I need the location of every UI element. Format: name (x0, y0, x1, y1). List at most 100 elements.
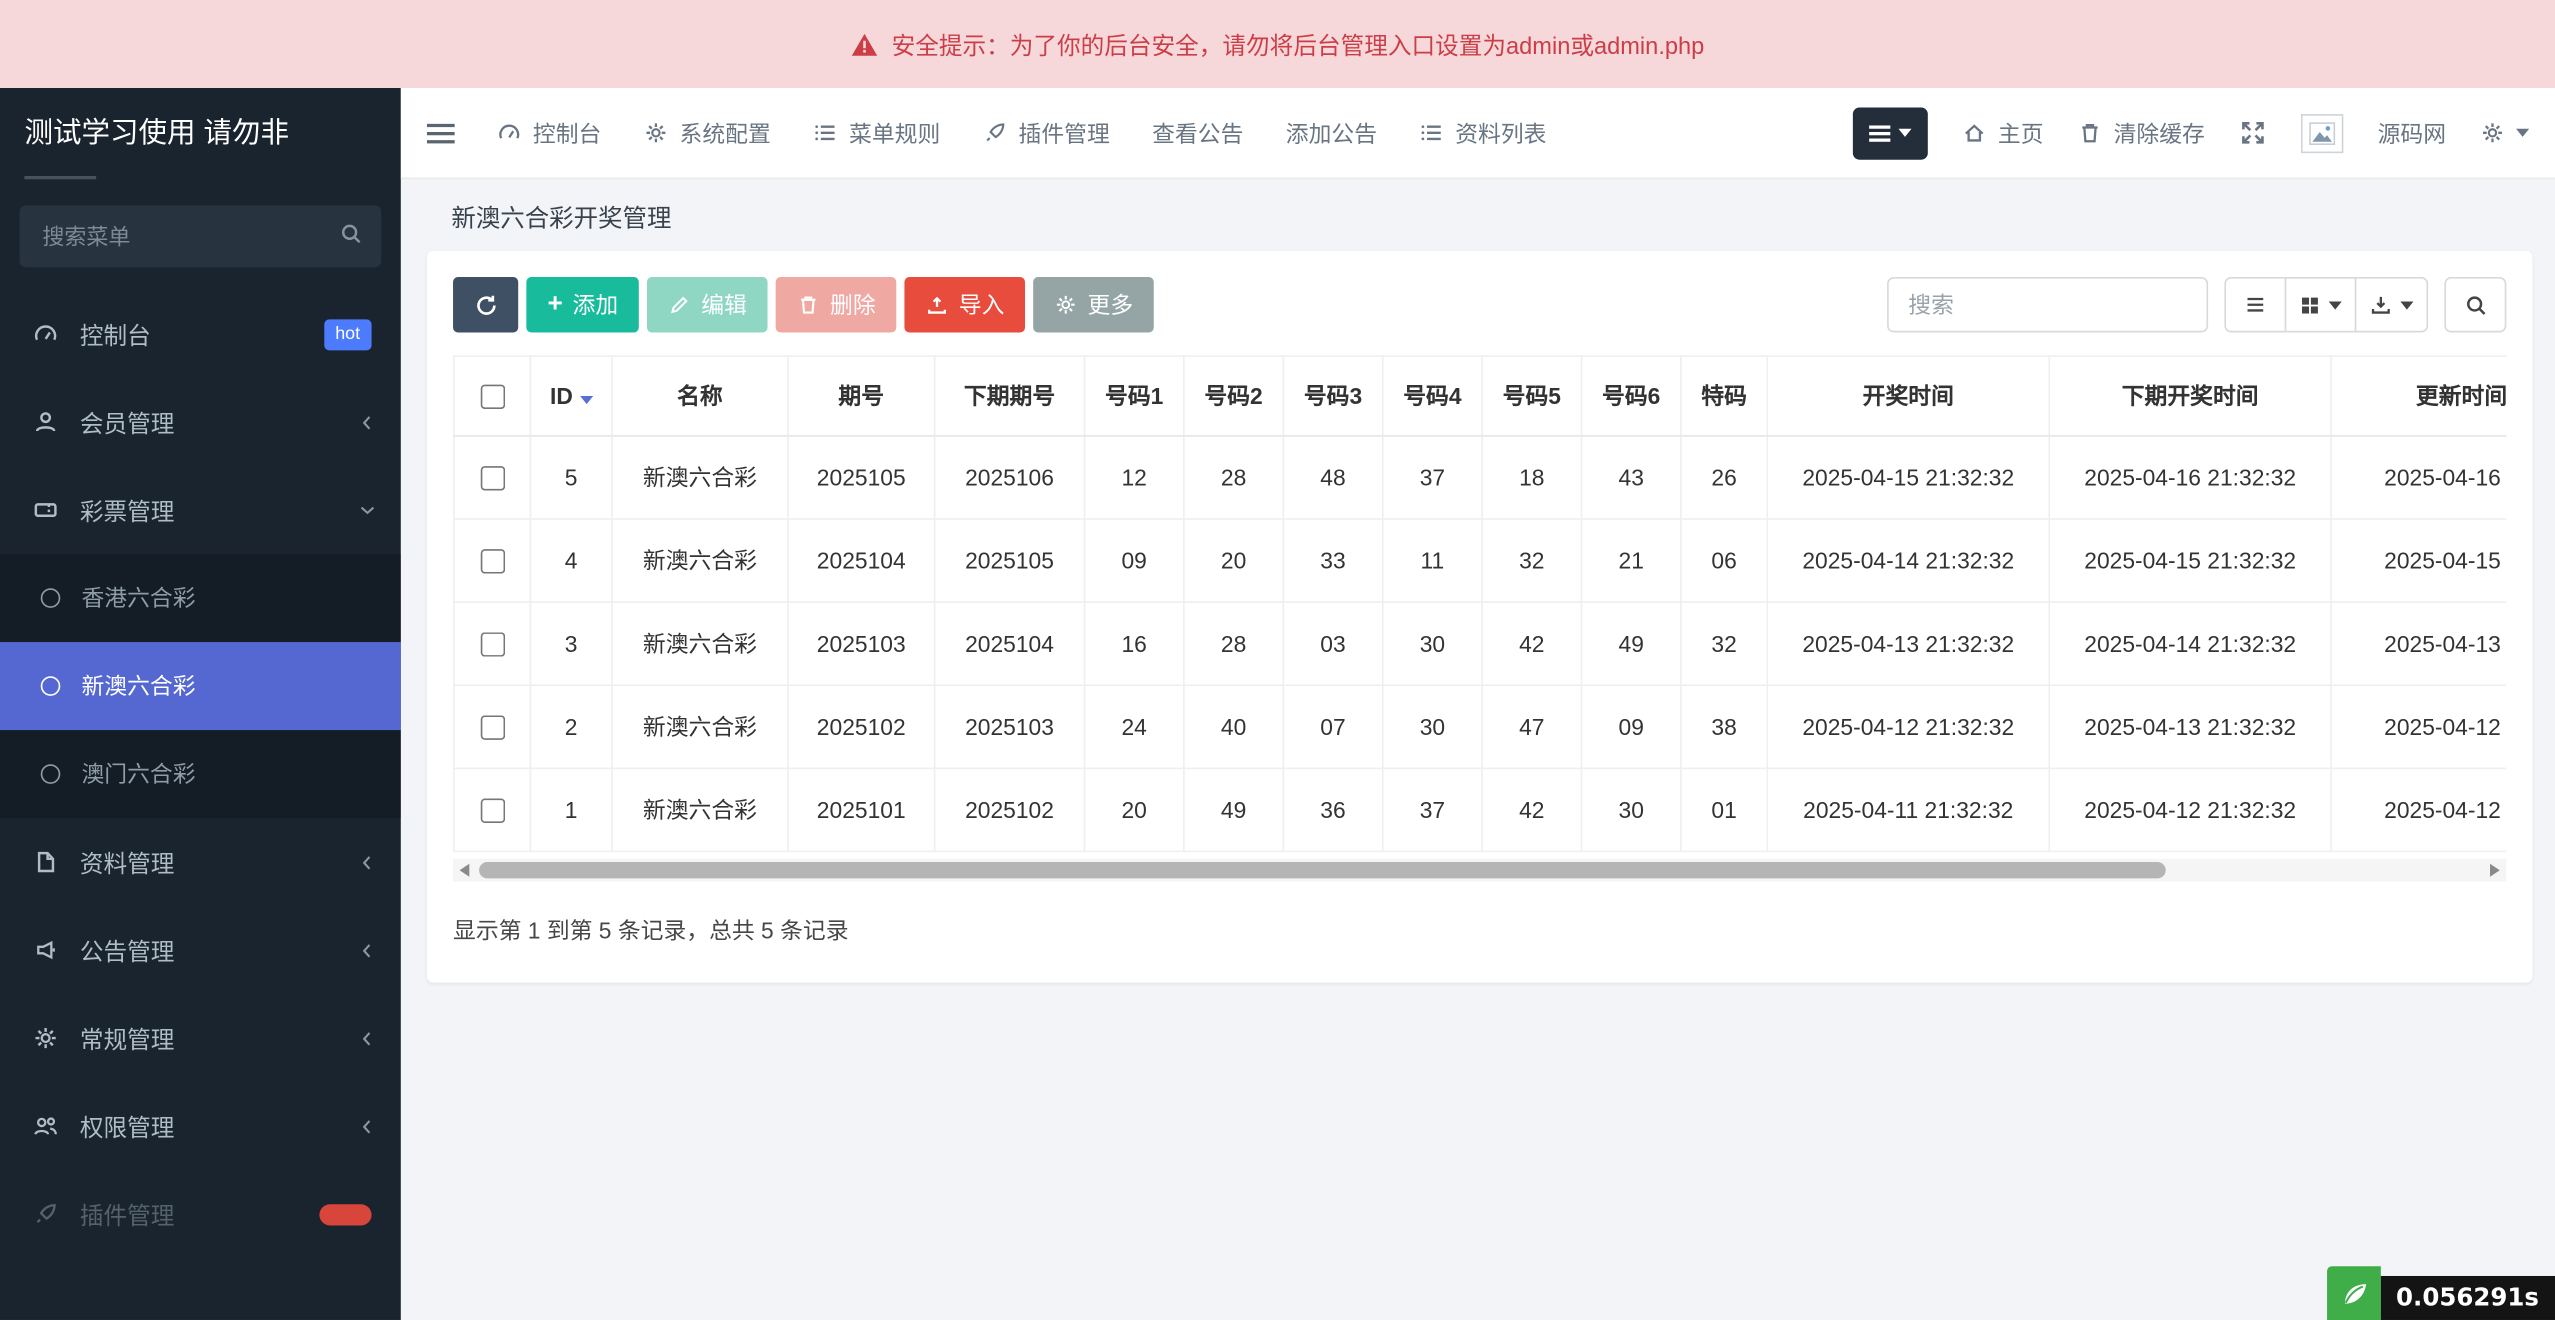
sidebar-item-label: 常规管理 (80, 1021, 357, 1055)
tab-menu-rules[interactable]: 菜单规则 (813, 117, 940, 150)
data-table: ID 名称 期号 下期期号 号码1 号码2 号码3 号码4 号码5 号码6 特码 (453, 355, 2506, 852)
cell-num1: 12 (1084, 436, 1183, 519)
sidebar-item-label: 彩票管理 (80, 493, 357, 527)
sidebar-item-macau-lottery[interactable]: 澳门六合彩 (0, 730, 401, 818)
cell-num5: 18 (1482, 436, 1581, 519)
sidebar-item-label: 澳门六合彩 (81, 758, 378, 791)
columns-button[interactable] (2285, 277, 2357, 332)
column-label: 期号 (838, 383, 884, 409)
row-checkbox[interactable] (480, 799, 504, 823)
import-button[interactable]: 导入 (905, 277, 1026, 332)
sidebar-item-dashboard[interactable]: 控制台 hot (0, 290, 401, 378)
user-icon (26, 409, 65, 435)
table-row[interactable]: 5 新澳六合彩 2025105 2025106 12 28 48 37 18 4… (454, 436, 2506, 519)
row-checkbox[interactable] (480, 550, 504, 574)
page-title: 新澳六合彩开奖管理 (451, 200, 2529, 234)
add-button[interactable]: + 添加 (526, 277, 639, 332)
sidebar-item-members[interactable]: 会员管理 (0, 378, 401, 466)
cell-num2: 28 (1184, 602, 1283, 685)
table-search-input[interactable] (1887, 277, 2208, 332)
sidebar-item-auth[interactable]: 权限管理 (0, 1082, 401, 1170)
sidebar-item-announcement[interactable]: 公告管理 (0, 906, 401, 994)
tab-add-announcement[interactable]: 添加公告 (1286, 117, 1377, 150)
horizontal-scrollbar[interactable] (453, 859, 2506, 882)
row-checkbox[interactable] (480, 716, 504, 740)
edit-label: 编辑 (701, 288, 747, 321)
cell-num5: 32 (1482, 519, 1581, 602)
cell-num1: 24 (1084, 685, 1183, 768)
cell-id: 1 (530, 768, 611, 851)
perf-widget: 0.056291s (2328, 1266, 2555, 1320)
more-button[interactable]: 更多 (1034, 277, 1155, 332)
search-icon (339, 222, 363, 246)
topmenu-dropdown-button[interactable] (1853, 107, 1928, 159)
tab-label: 系统配置 (680, 117, 771, 150)
column-header-id[interactable]: ID (530, 356, 611, 436)
pencil-icon (669, 293, 692, 316)
select-all-header[interactable] (454, 356, 531, 436)
cell-name: 新澳六合彩 (612, 436, 788, 519)
sidebar-item-lottery[interactable]: 彩票管理 (0, 466, 401, 554)
rocket-icon (26, 1201, 65, 1227)
tab-data-list[interactable]: 资料列表 (1419, 117, 1546, 150)
site-link[interactable]: 源码网 (2378, 117, 2446, 150)
column-header-special: 特码 (1681, 356, 1767, 436)
brand-title: 测试学习使用 请勿非 (0, 88, 401, 176)
sidebar-item-xinao-lottery[interactable]: 新澳六合彩 (0, 642, 401, 730)
avatar[interactable] (2301, 113, 2343, 152)
gear-icon (2480, 121, 2504, 145)
home-link[interactable]: 主页 (1962, 117, 2043, 150)
cell-issue: 2025105 (788, 436, 935, 519)
cell-name: 新澳六合彩 (612, 685, 788, 768)
table-row[interactable]: 4 新澳六合彩 2025104 2025105 09 20 33 11 32 2… (454, 519, 2506, 602)
cell-num5: 47 (1482, 685, 1581, 768)
tab-label: 资料列表 (1455, 117, 1546, 150)
sidebar-item-hongkong-lottery[interactable]: 香港六合彩 (0, 554, 401, 642)
column-header-num2: 号码2 (1184, 356, 1283, 436)
cell-num1: 09 (1084, 519, 1183, 602)
refresh-button[interactable] (453, 277, 518, 332)
leaf-icon[interactable] (2328, 1266, 2382, 1320)
tab-system-config[interactable]: 系统配置 (644, 117, 771, 150)
delete-button[interactable]: 删除 (776, 277, 897, 332)
sidebar-item-addon[interactable]: 插件管理 (0, 1170, 401, 1258)
scroll-right-arrow-icon[interactable] (2490, 864, 2500, 877)
search-toggle-button[interactable] (2444, 277, 2506, 332)
chevron-left-icon (357, 1027, 378, 1048)
hamburger-icon[interactable] (427, 123, 455, 143)
load-time-value: 0.056291s (2381, 1276, 2555, 1320)
row-checkbox[interactable] (480, 633, 504, 657)
sidebar-search-input[interactable] (20, 205, 382, 267)
column-label: 更新时间 (2416, 383, 2506, 409)
row-checkbox[interactable] (480, 467, 504, 491)
table-row[interactable]: 1 新澳六合彩 2025101 2025102 20 49 36 37 42 3… (454, 768, 2506, 851)
sidebar-item-data[interactable]: 资料管理 (0, 818, 401, 906)
column-header-num1: 号码1 (1084, 356, 1183, 436)
sidebar-item-label: 插件管理 (80, 1197, 320, 1231)
scrollbar-thumb[interactable] (479, 862, 2166, 878)
cell-special: 01 (1681, 768, 1767, 851)
tab-addon-manage[interactable]: 插件管理 (983, 117, 1110, 150)
select-all-checkbox[interactable] (480, 385, 504, 409)
sort-desc-icon (579, 396, 592, 404)
circle-icon (41, 676, 61, 696)
cell-num6: 09 (1582, 685, 1681, 768)
tab-dashboard[interactable]: 控制台 (497, 117, 601, 150)
table-row[interactable]: 3 新澳六合彩 2025103 2025104 16 28 03 30 42 4… (454, 602, 2506, 685)
table-row[interactable]: 2 新澳六合彩 2025102 2025103 24 40 07 30 47 0… (454, 685, 2506, 768)
column-label: 下期开奖时间 (2122, 383, 2259, 409)
sidebar-item-general[interactable]: 常规管理 (0, 994, 401, 1082)
clear-cache-button[interactable]: 清除缓存 (2078, 117, 2205, 150)
edit-button[interactable]: 编辑 (648, 277, 769, 332)
export-button[interactable] (2355, 277, 2428, 332)
main-area: 控制台 系统配置 菜单规则 (401, 88, 2555, 1320)
gear-icon (644, 121, 668, 145)
column-header-issue: 期号 (788, 356, 935, 436)
more-label: 更多 (1088, 288, 1134, 321)
scroll-left-arrow-icon[interactable] (460, 864, 470, 877)
cell-next-issue: 2025106 (935, 436, 1085, 519)
tab-view-announcement[interactable]: 查看公告 (1152, 117, 1243, 150)
toggle-view-button[interactable] (2224, 277, 2286, 332)
user-settings-dropdown[interactable] (2480, 121, 2529, 145)
fullscreen-icon[interactable] (2239, 119, 2267, 147)
